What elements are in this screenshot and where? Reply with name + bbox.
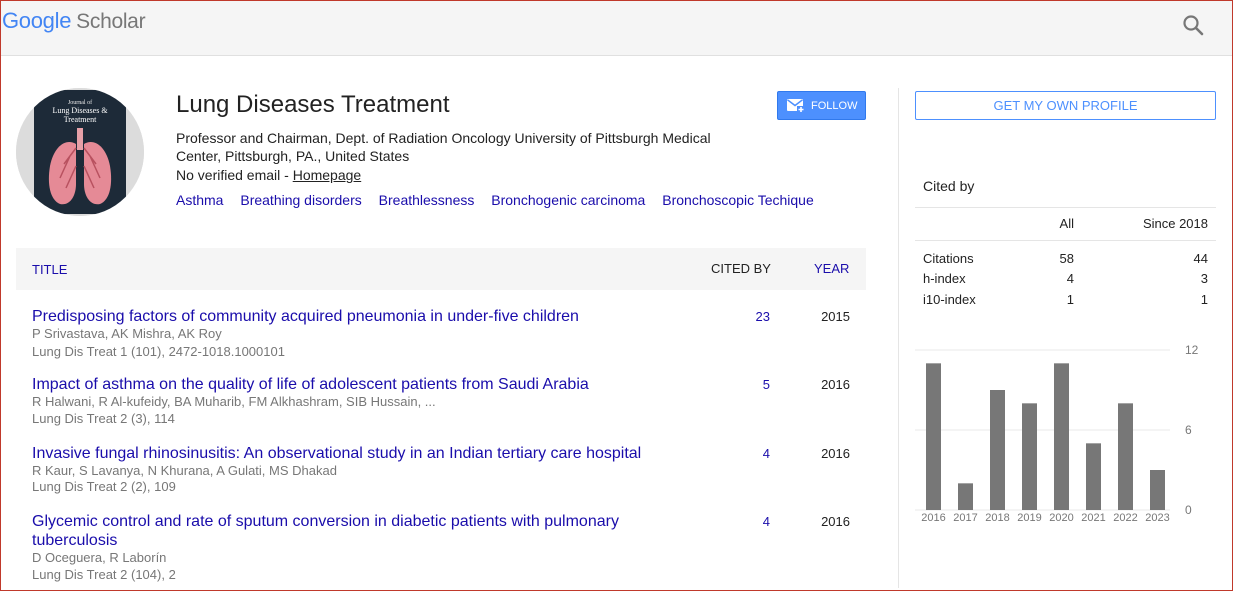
cited-by-heading: Cited by [923,178,975,194]
y-tick-label: 12 [1185,343,1199,357]
research-interests: Asthma Breathing disorders Breathlessnes… [176,192,827,208]
articles-table-header: TITLE CITED BY YEAR [16,248,866,290]
logo-scholar: Scholar [76,10,146,33]
stats-col-all: All [1059,216,1074,231]
article-source: Lung Dis Treat 2 (3), 114 [32,411,175,426]
article-authors: R Halwani, R Al-kufeidy, BA Muharib, FM … [32,394,436,409]
divider [915,207,1216,208]
sort-by-year[interactable]: YEAR [814,261,849,276]
stat-h-index-since: 3 [1200,271,1208,286]
stat-citations-since: 44 [1193,251,1208,266]
y-tick-label: 6 [1185,423,1192,437]
bar-2018[interactable] [990,390,1005,510]
stat-citations-all: 58 [1059,251,1074,266]
x-tick-label: 2021 [1081,512,1105,524]
homepage-link[interactable]: Homepage [293,167,362,183]
interest-asthma[interactable]: Asthma [176,192,223,208]
profile-affiliation: Professor and Chairman, Dept. of Radiati… [176,130,711,164]
stat-i10-index-since: 1 [1200,292,1208,307]
stat-label-citations: Citations [923,251,974,266]
article-year: 2016 [821,446,850,461]
bar-2020[interactable] [1054,363,1069,510]
article-source: Lung Dis Treat 2 (104), 2 [32,567,176,582]
interest-bronchogenic-carcinoma[interactable]: Bronchogenic carcinoma [491,192,645,208]
bar-2021[interactable] [1086,443,1101,510]
article-authors: P Srivastava, AK Mishra, AK Roy [32,326,222,341]
cover-line-1: Journal of [68,99,92,106]
stat-h-index-all: 4 [1066,271,1074,286]
interest-breathing-disorders[interactable]: Breathing disorders [240,192,361,208]
cover-line-2: Lung Diseases & [52,106,108,115]
x-tick-label: 2018 [985,512,1009,524]
logo-google: Google [2,8,72,33]
follow-label: FOLLOW [811,99,858,112]
google-scholar-logo[interactable]: Google Scholar [2,8,146,34]
x-tick-label: 2020 [1049,512,1073,524]
article-title[interactable]: Glycemic control and rate of sputum conv… [32,512,632,550]
avatar: Journal of Lung Diseases & Treatment [16,88,144,216]
article-cited-count[interactable]: 5 [736,377,770,392]
article-title[interactable]: Predisposing factors of community acquir… [32,307,632,326]
x-tick-label: 2022 [1113,512,1137,524]
bar-2023[interactable] [1150,470,1165,510]
mail-icon [787,98,805,113]
profile-email-line: No verified email - Homepage [176,167,361,183]
article-year: 2016 [821,377,850,392]
profile-name: Lung Diseases Treatment [176,91,450,118]
cover-line-3: Treatment [64,115,97,124]
journal-cover-image: Journal of Lung Diseases & Treatment [16,88,144,216]
follow-button[interactable]: FOLLOW [777,91,866,120]
citations-per-year-chart: 0 6 12 2016 2017 2018 2019 2020 2021 2022 2023 [915,343,1199,524]
stat-label-i10-index: i10-index [923,292,976,307]
sort-by-title[interactable]: TITLE [32,262,67,277]
bar-2019[interactable] [1022,403,1037,510]
article-title[interactable]: Invasive fungal rhinosinusitis: An obser… [32,444,692,463]
x-tick-label: 2017 [953,512,977,524]
x-tick-label: 2023 [1145,512,1169,524]
article-year: 2015 [821,309,850,324]
article-source: Lung Dis Treat 2 (2), 109 [32,479,176,494]
article-title[interactable]: Impact of asthma on the quality of life … [32,375,632,394]
article-authors: R Kaur, S Lavanya, N Khurana, A Gulati, … [32,463,337,478]
interest-bronchoscopic-techique[interactable]: Bronchoscopic Techique [662,192,814,208]
get-my-own-profile-button[interactable]: GET MY OWN PROFILE [915,91,1216,120]
article-cited-count[interactable]: 23 [736,309,770,324]
bar-2017[interactable] [958,483,973,510]
article-cited-count[interactable]: 4 [736,446,770,461]
article-source: Lung Dis Treat 1 (101), 2472-1018.100010… [32,344,285,359]
bar-2016[interactable] [926,363,941,510]
article-authors: D Oceguera, R Laborín [32,550,167,565]
divider [915,240,1216,241]
stat-label-h-index: h-index [923,271,966,286]
x-tick-label: 2016 [921,512,945,524]
article-year: 2016 [821,514,850,529]
stats-col-since: Since 2018 [1142,216,1208,231]
email-status: No verified email - [176,167,293,183]
y-tick-label: 0 [1185,503,1192,517]
x-tick-label: 2019 [1017,512,1041,524]
bar-2022[interactable] [1118,403,1133,510]
sidebar-divider [898,88,899,588]
sort-by-cited[interactable]: CITED BY [711,261,771,276]
top-bar: Google Scholar [0,0,1233,56]
interest-breathlessness[interactable]: Breathlessness [379,192,475,208]
article-cited-count[interactable]: 4 [736,514,770,529]
search-icon[interactable] [1180,12,1208,40]
stat-i10-index-all: 1 [1066,292,1074,307]
